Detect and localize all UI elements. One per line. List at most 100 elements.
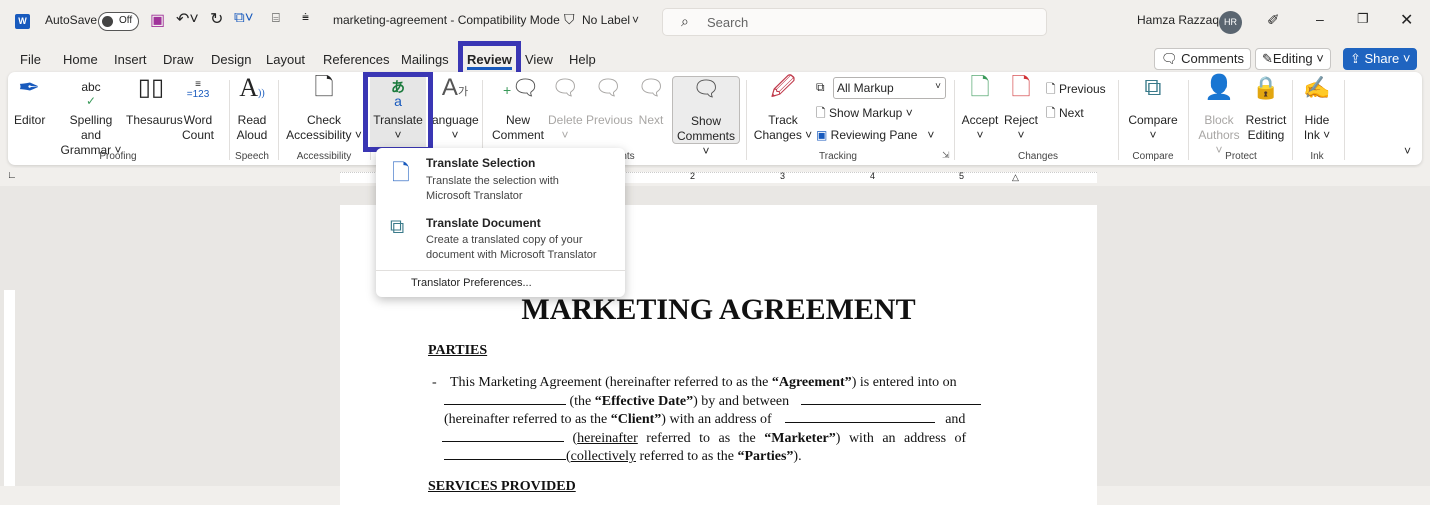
previous-change-button[interactable]: 🗋 Previous (1046, 80, 1106, 101)
read-aloud-button[interactable]: A)) Read Aloud (234, 75, 270, 143)
previous-comment-button[interactable]: 🗨 Previous (586, 77, 633, 128)
chevron-down-icon: ˅ (935, 81, 941, 92)
sensitivity-label[interactable]: No Label (582, 13, 630, 27)
restrict-label: Restrict (1245, 113, 1287, 127)
divider (1118, 80, 1119, 160)
text: (hereinafter referred to as the (444, 412, 611, 427)
text: This Marketing Agreement (hereinafter re… (450, 375, 772, 390)
track-changes-icon: 🖉 (770, 74, 796, 101)
dialog-launcher-icon[interactable]: ⇲ (942, 150, 950, 161)
tab-file[interactable]: File (20, 52, 41, 67)
undo-icon[interactable]: ↶˅ (176, 9, 199, 29)
aloud-label: Aloud (236, 128, 268, 142)
show-comments-button[interactable]: 🗨 Show Comments ˅ (672, 76, 740, 158)
search-box[interactable]: ⌕ Search (662, 8, 1047, 36)
text: “Client” (610, 412, 662, 427)
user-name[interactable]: Hamza Razzaq (1137, 13, 1219, 27)
translate-selection-item[interactable]: 🗋 Translate Selection Translate the sele… (376, 152, 625, 210)
block-authors-button[interactable]: 👤 Block Authors ˅ (1194, 76, 1244, 158)
translate-document-icon: ⧉ (390, 216, 405, 238)
ruler-mark: 3 (780, 171, 786, 181)
comment-label: Comment (491, 128, 544, 142)
spelling-label: Spelling and (69, 113, 113, 142)
restrict-editing-button[interactable]: 🔒 Restrict Editing (1244, 77, 1288, 143)
accessibility-icon: 🗋 (314, 74, 334, 101)
divider (746, 80, 747, 160)
redo-icon[interactable]: ↻ (210, 9, 223, 29)
restore-icon[interactable]: ❐ (1357, 11, 1369, 27)
language-button[interactable]: A가 anguage ˅ (432, 76, 479, 143)
new-comment-icon: +🗨 (503, 75, 540, 100)
autosave-state: Off (119, 15, 133, 26)
previous-change-icon: 🗋 (1046, 82, 1059, 96)
divider (376, 270, 625, 271)
next-label: Next (638, 113, 664, 127)
show-label: Show (690, 114, 722, 128)
blank-field[interactable] (800, 393, 981, 405)
editor-button[interactable]: ✒ Editor (14, 72, 45, 128)
new-comment-button[interactable]: +🗨 New Comment (490, 75, 546, 143)
text: collectively (570, 449, 636, 464)
tab-insert[interactable]: Insert (114, 52, 147, 67)
next-comment-button[interactable]: 🗨 Next (634, 77, 668, 128)
translator-preferences-item[interactable]: Translator Preferences... (411, 277, 532, 289)
blank-field[interactable] (785, 411, 936, 423)
word-count-button[interactable]: ≡ =123 Word Count (180, 80, 216, 143)
reviewing-pane-button[interactable]: ▣ Reviewing Pane ˅ (816, 128, 934, 142)
document-title: marketing-agreement - Compatibility Mode (333, 13, 560, 27)
section-heading-services: SERVICES PROVIDED (428, 479, 576, 494)
divider (1188, 80, 1189, 160)
minimize-icon[interactable]: – (1316, 11, 1324, 27)
hide-ink-button[interactable]: ✍ Hide Ink ˅ (1298, 77, 1336, 143)
collapse-ribbon-icon[interactable]: ˅ (1404, 144, 1411, 158)
blank-field[interactable] (442, 430, 564, 442)
pencil-icon: ✎ (1262, 51, 1273, 66)
translate-document-item[interactable]: ⧉ Translate Document Create a translated… (376, 212, 625, 268)
show-markup-button[interactable]: 🗋 Show Markup ˅ (816, 104, 913, 125)
delete-comment-button[interactable]: 🗨 Delete ˅ (548, 77, 583, 143)
tab-references[interactable]: References (323, 52, 389, 67)
thesaurus-button[interactable]: ▯▯ Thesaurus (126, 76, 183, 128)
tab-layout[interactable]: Layout (266, 52, 305, 67)
compare-button[interactable]: ⧉ Compare ˅ (1124, 76, 1182, 143)
read-label: Read (237, 113, 267, 127)
reject-button[interactable]: 🗋 Reject ˅ (1002, 76, 1040, 143)
divider (278, 80, 279, 160)
pen-icon[interactable]: ✐ (1267, 11, 1280, 29)
blank-field[interactable] (444, 393, 566, 405)
comments-button[interactable]: 🗨 Comments (1154, 48, 1251, 70)
text: referred to as the (635, 449, 738, 464)
indent-marker-icon[interactable]: △ (1012, 172, 1019, 183)
horizontal-ruler[interactable]: ∟ 2 3 4 5 △ (0, 168, 1430, 186)
tab-design[interactable]: Design (211, 52, 251, 67)
tab-mailings[interactable]: Mailings (401, 52, 449, 67)
search-input[interactable]: Search (707, 15, 748, 30)
avatar[interactable]: HR (1219, 11, 1242, 34)
editor-icon: ✒ (18, 72, 40, 102)
translate-highlight (363, 72, 433, 152)
next-change-button[interactable]: 🗋 Next (1046, 104, 1084, 125)
markup-select[interactable]: All Markup ˅ (833, 77, 946, 99)
track-changes-button[interactable]: 🖉 Track Changes ˅ (752, 74, 814, 143)
check-accessibility-button[interactable]: 🗋 Check Accessibility ˅ (284, 74, 364, 143)
tab-selector-icon[interactable]: ∟ (7, 170, 17, 181)
autosave-toggle[interactable]: Off (98, 12, 139, 31)
tab-home[interactable]: Home (63, 52, 98, 67)
accept-button[interactable]: 🗋 Accept ˅ (960, 76, 1000, 143)
tab-view[interactable]: View (525, 52, 553, 67)
close-icon[interactable]: ✕ (1400, 10, 1413, 30)
blank-field[interactable] (444, 448, 566, 460)
chevron-down-icon[interactable]: ˅ (632, 13, 639, 27)
translate-selection-icon: 🗋 (392, 160, 410, 185)
quick-access-menu-icon[interactable]: ⩧ (302, 10, 309, 25)
save-icon[interactable]: ▣ (150, 10, 165, 30)
tab-help[interactable]: Help (569, 52, 596, 67)
editing-button[interactable]: ✎Editing ˅ (1255, 48, 1331, 70)
customize-icon[interactable]: ⌸ (272, 10, 280, 26)
format-painter-icon[interactable]: ⧉˅ (234, 9, 253, 26)
vertical-ruler[interactable] (4, 290, 15, 486)
text: ). (793, 449, 802, 464)
tab-draw[interactable]: Draw (163, 52, 193, 67)
share-button[interactable]: ⇪ Share ˅ (1343, 48, 1418, 70)
spelling-grammar-button[interactable]: abc ✓ Spelling and Grammar ˅ (58, 80, 124, 158)
